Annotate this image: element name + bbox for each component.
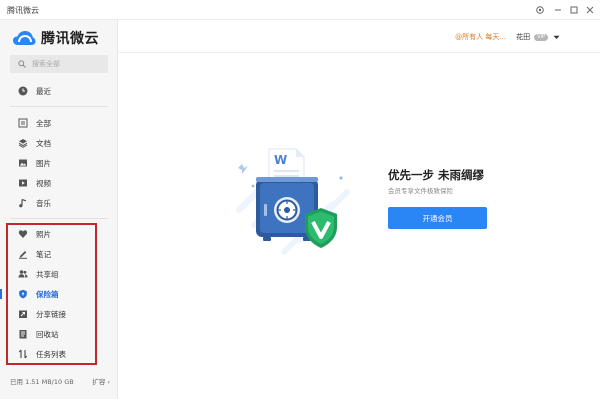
maximize-icon[interactable] <box>567 3 581 17</box>
username[interactable]: 花田 <box>516 32 530 42</box>
sidebar-item-label: 全部 <box>36 118 51 128</box>
play-icon <box>18 178 28 188</box>
promo-title: 优先一步 未雨绸缪 <box>388 168 485 182</box>
vip-badge: VIP <box>534 33 548 41</box>
annotation-highlight-box <box>6 223 97 365</box>
promo-subtitle: 会员专享文件极致保险 <box>388 187 453 195</box>
storage-footer: 已用 1.51 MB/10 GB 扩容 › <box>10 376 110 388</box>
title-bar: 腾讯微云 <box>0 0 600 20</box>
search-input[interactable] <box>32 60 102 68</box>
settings-icon[interactable] <box>533 3 547 17</box>
sidebar-item-label: 视频 <box>36 178 51 188</box>
sidebar-item-label: 最近 <box>36 86 51 96</box>
sidebar-item-videos[interactable]: 视频 <box>0 173 117 193</box>
header-divider <box>118 52 600 53</box>
layers-icon <box>18 138 28 148</box>
divider <box>10 106 108 107</box>
storage-usage: 已用 1.51 MB/10 GB <box>10 378 74 386</box>
close-icon[interactable] <box>583 3 597 17</box>
user-bar: @所有人 每天... 花田 VIP <box>455 32 560 42</box>
svg-text:W: W <box>274 153 287 167</box>
chevron-down-icon[interactable] <box>553 35 560 40</box>
open-membership-button[interactable]: 开通会员 <box>388 207 487 229</box>
image-icon <box>18 158 28 168</box>
sidebar-item-images[interactable]: 图片 <box>0 153 117 173</box>
search-icon <box>18 60 26 68</box>
sidebar-item-recent[interactable]: 最近 <box>0 81 117 101</box>
window-title: 腾讯微云 <box>7 6 39 15</box>
sidebar-item-label: 图片 <box>36 158 51 168</box>
folder-icon <box>18 118 28 128</box>
sidebar-item-label: 音乐 <box>36 198 51 208</box>
safe-box-illustration: W <box>236 148 350 255</box>
cloud-logo-icon <box>13 31 36 45</box>
clock-icon <box>18 86 28 96</box>
sidebar-item-docs[interactable]: 文档 <box>0 133 117 153</box>
sidebar-item-music[interactable]: 音乐 <box>0 193 117 213</box>
minimize-icon[interactable] <box>551 3 565 17</box>
notice-link[interactable]: @所有人 每天... <box>455 32 506 42</box>
expand-storage-link[interactable]: 扩容 › <box>92 376 110 386</box>
sidebar-item-label: 文档 <box>36 138 51 148</box>
search-box[interactable] <box>10 55 108 73</box>
logo: 腾讯微云 <box>12 28 99 48</box>
sidebar-item-all[interactable]: 全部 <box>0 113 117 133</box>
brand-name: 腾讯微云 <box>41 31 99 47</box>
divider <box>10 218 108 219</box>
music-icon <box>18 198 28 208</box>
